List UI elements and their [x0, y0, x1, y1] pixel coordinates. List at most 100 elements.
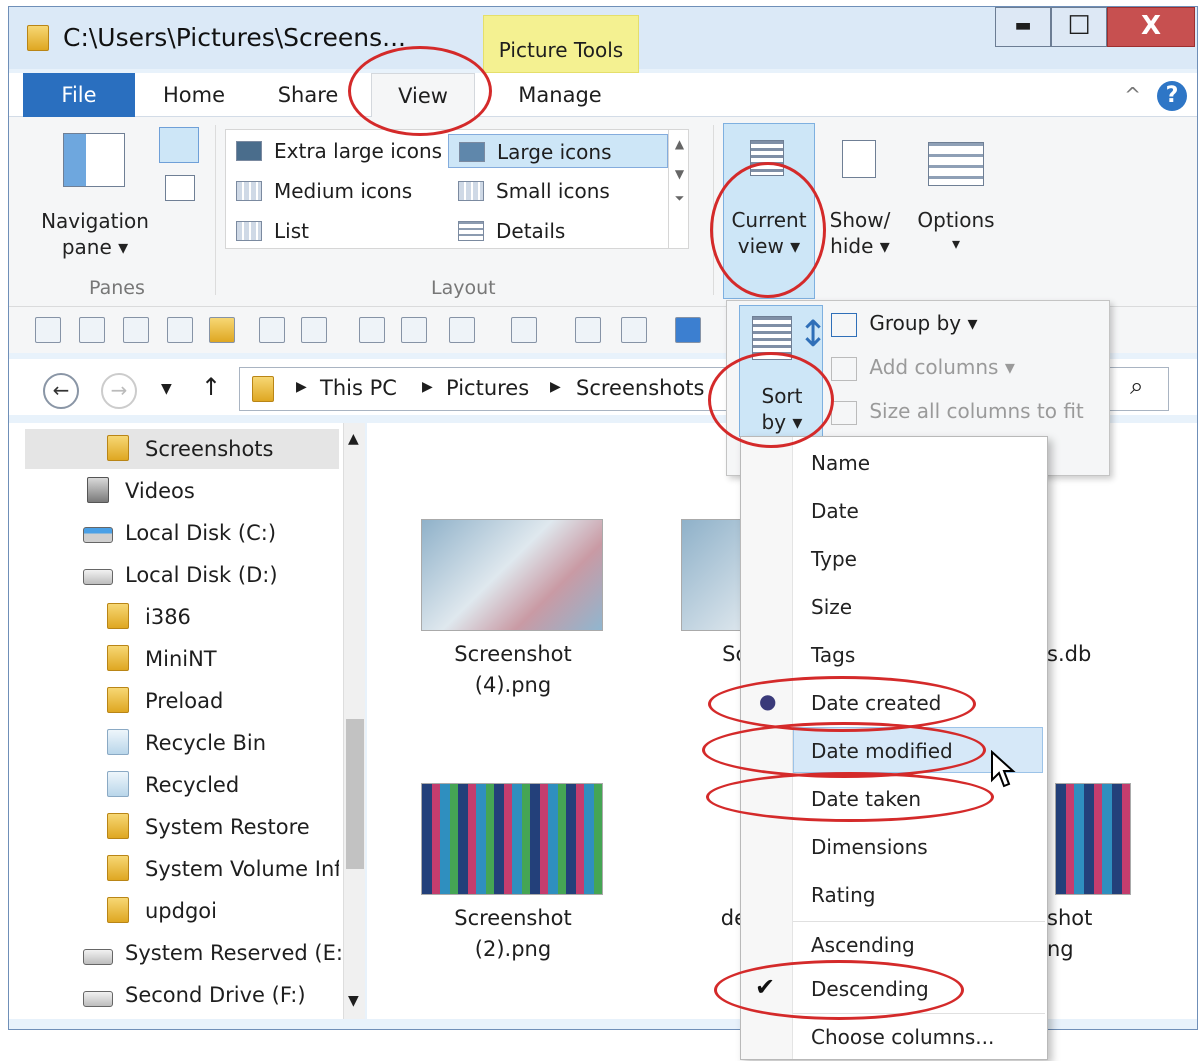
folder-icon: [27, 25, 49, 51]
nav-item-videos[interactable]: Videos: [25, 471, 339, 511]
undo-icon[interactable]: [35, 317, 61, 343]
pane-icon[interactable]: [511, 317, 537, 343]
sort-by-tags[interactable]: Tags: [811, 643, 855, 667]
help-icon[interactable]: ?: [1157, 81, 1187, 111]
file-label-line2: (2).png: [474, 937, 552, 961]
folder-icon: [107, 855, 129, 881]
sort-by-icon[interactable]: [359, 317, 385, 343]
back-button[interactable]: ←: [43, 373, 79, 409]
layout-item-label: List: [274, 219, 309, 243]
up-button[interactable]: ↑: [201, 373, 221, 401]
search-icon[interactable]: ⌕: [1130, 372, 1143, 400]
crumb-this-pc[interactable]: This PC: [320, 376, 397, 400]
show-hide-label: Show/ hide ▾: [818, 208, 902, 258]
sort-by-rating[interactable]: Rating: [811, 883, 875, 907]
tab-manage[interactable]: Manage: [503, 73, 617, 117]
nav-item-system-restore[interactable]: System Restore: [25, 807, 339, 847]
file-thumbnail-screenshot[interactable]: [1055, 783, 1131, 895]
crumb-screenshots[interactable]: Screenshots: [576, 376, 704, 400]
size-all-columns-button[interactable]: Size all columns to fit: [831, 399, 1084, 425]
minimize-button[interactable]: ▬: [995, 7, 1051, 47]
annotation-circle-date-modified: [702, 722, 986, 778]
scroll-up-icon[interactable]: ▲: [348, 431, 359, 447]
tab-share[interactable]: Share: [263, 73, 353, 117]
layout-item-label: Extra large icons: [274, 139, 443, 163]
nav-item-recycle-bin[interactable]: Recycle Bin: [25, 723, 339, 763]
close-button[interactable]: X: [1107, 7, 1195, 47]
sort-by-name[interactable]: Name: [811, 451, 870, 475]
videos-icon: [87, 477, 109, 503]
nav-item-recycled[interactable]: Recycled: [25, 765, 339, 805]
maximize-button[interactable]: ☐: [1051, 7, 1107, 47]
nav-item-updgoi[interactable]: updgoi: [25, 891, 339, 931]
tab-home[interactable]: Home: [149, 73, 239, 117]
sort-by-size[interactable]: Size: [811, 595, 852, 619]
size-columns-label: Size all columns to fit: [869, 399, 1084, 423]
checkbox-icon[interactable]: [449, 317, 475, 343]
clipboard-icon[interactable]: [575, 317, 601, 343]
nav-item-system-reserved-e[interactable]: System Reserved (E:): [25, 933, 343, 973]
file-label[interactable]: Screenshot (4).png: [413, 639, 613, 701]
file-label[interactable]: de: [657, 903, 747, 934]
file-label[interactable]: Sc: [627, 639, 747, 670]
nav-item-second-drive-f[interactable]: Second Drive (F:): [25, 975, 339, 1015]
show-hide-icon[interactable]: [401, 317, 427, 343]
grid-icon[interactable]: [675, 317, 701, 343]
file-label[interactable]: shot ng: [1047, 903, 1137, 965]
sort-ascending[interactable]: Ascending: [811, 933, 915, 957]
layout-medium-icons[interactable]: Medium icons: [226, 174, 446, 208]
layout-gallery-scroll[interactable]: ▲ ▼ ⏷: [668, 129, 690, 249]
nav-item-local-disk-d[interactable]: Local Disk (D:): [25, 555, 339, 595]
layout-small-icons[interactable]: Small icons: [448, 174, 668, 208]
options-button[interactable]: Options ▾: [905, 123, 1005, 299]
file-thumbnail-screenshot-4[interactable]: [421, 519, 603, 631]
sort-by-type[interactable]: Type: [811, 547, 857, 571]
nav-item-system-volume-info[interactable]: System Volume Inf: [25, 849, 339, 889]
scroll-thumb[interactable]: [346, 719, 364, 869]
details-pane-icon[interactable]: [165, 175, 195, 201]
layout-large-icons[interactable]: Large icons: [448, 134, 668, 168]
rename-icon[interactable]: [259, 317, 285, 343]
nav-pane-scrollbar[interactable]: ▲ ▼: [343, 423, 365, 1019]
layout-icon[interactable]: [301, 317, 327, 343]
tab-file[interactable]: File: [23, 73, 135, 117]
nav-item-local-disk-c[interactable]: Local Disk (C:): [25, 513, 339, 553]
navigation-pane-button[interactable]: Navigation pane ▾: [35, 209, 155, 259]
group-by-button[interactable]: Group by ▾: [831, 311, 978, 337]
choose-columns[interactable]: Choose columns...: [811, 1025, 994, 1049]
gallery-up-icon[interactable]: ▲: [669, 137, 690, 151]
picture-tools-tab[interactable]: Picture Tools: [483, 15, 639, 73]
nav-item-minint[interactable]: MiniNT: [25, 639, 339, 679]
add-columns-button[interactable]: Add columns ▾: [831, 355, 1015, 381]
copy-icon[interactable]: [621, 317, 647, 343]
sort-by-date[interactable]: Date: [811, 499, 859, 523]
redo-icon[interactable]: [79, 317, 105, 343]
scroll-down-icon[interactable]: ▼: [348, 993, 359, 1009]
crumb-pictures[interactable]: Pictures: [446, 376, 529, 400]
delete-icon[interactable]: [123, 317, 149, 343]
layout-list[interactable]: List: [226, 214, 446, 248]
new-folder-icon[interactable]: [209, 317, 235, 343]
layout-extra-large-icons[interactable]: Extra large icons: [226, 134, 446, 168]
gallery-more-icon[interactable]: ⏷: [669, 191, 690, 206]
file-label[interactable]: s.db: [1047, 639, 1117, 670]
properties-icon[interactable]: [167, 317, 193, 343]
minimize-ribbon-icon[interactable]: ^: [1124, 83, 1141, 107]
sort-by-dimensions[interactable]: Dimensions: [811, 835, 928, 859]
preview-pane-icon[interactable]: [159, 127, 199, 163]
layout-details[interactable]: Details: [448, 214, 668, 248]
forward-button[interactable]: →: [101, 373, 137, 409]
show-hide-button[interactable]: Show/ hide ▾: [817, 123, 901, 299]
file-thumbnail-screenshot-2[interactable]: [421, 783, 603, 895]
nav-item-label: i386: [145, 605, 191, 629]
file-label[interactable]: Screenshot (2).png: [413, 903, 613, 965]
nav-item-i386[interactable]: i386: [25, 597, 339, 637]
recent-locations-icon[interactable]: ▼: [161, 381, 172, 397]
nav-item-preload[interactable]: Preload: [25, 681, 339, 721]
file-label-line1: Screenshot: [454, 906, 572, 930]
title-bar[interactable]: C:\Users\Pictures\Screens... Picture Too…: [9, 7, 1197, 73]
list-icon: [236, 221, 262, 241]
gallery-down-icon[interactable]: ▼: [669, 167, 690, 181]
details-icon: [458, 221, 484, 241]
nav-item-screenshots[interactable]: Screenshots: [25, 429, 339, 469]
